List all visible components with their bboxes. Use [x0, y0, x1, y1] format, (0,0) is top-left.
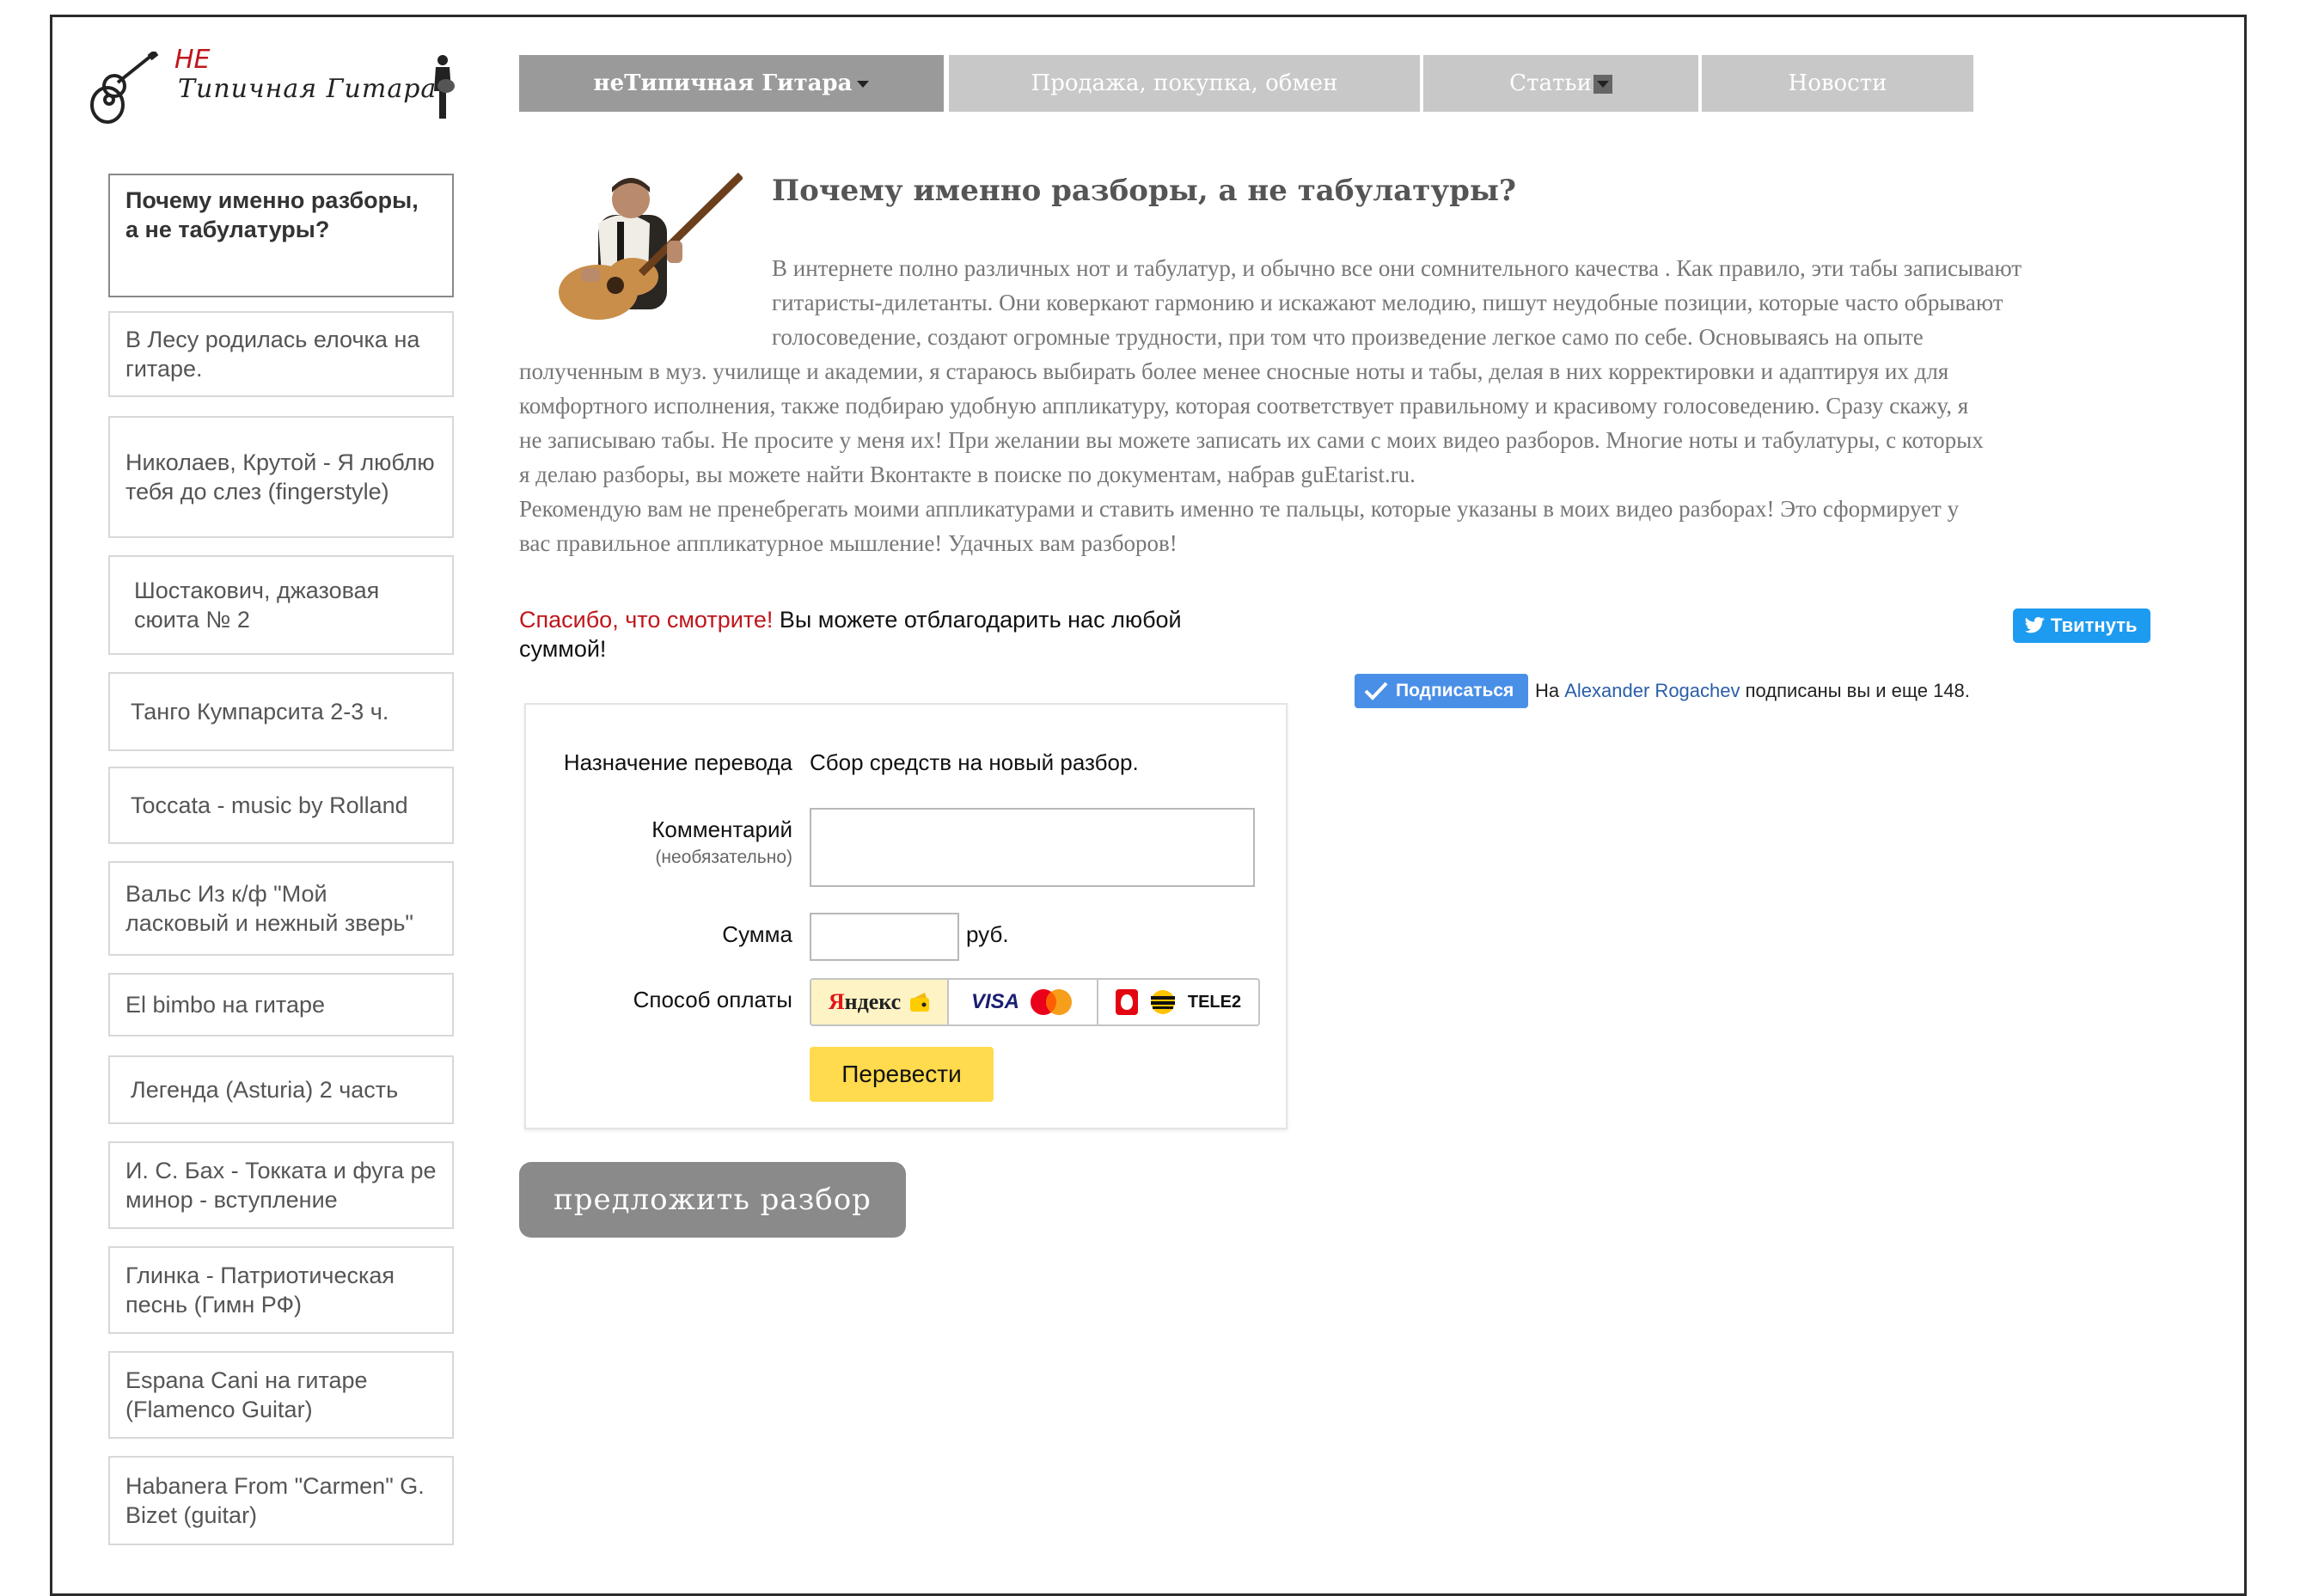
site-logo[interactable]: НЕ Типичная Гитара	[82, 45, 468, 131]
beeline-icon	[1150, 990, 1175, 1014]
article-text-line: Рекомендую вам не пренебрегать моими апп…	[519, 496, 1960, 522]
guitar-logo-icon	[90, 52, 159, 124]
subscribe-button[interactable]: Подписаться	[1355, 674, 1528, 708]
purpose-label: Назначение перевода	[563, 749, 792, 775]
wallet-icon	[910, 993, 930, 1012]
sidebar-item[interactable]: И. С. Бах - Токката и фуга ре минор - вс…	[108, 1141, 454, 1229]
sum-label: Сумма	[722, 921, 792, 947]
sidebar-item[interactable]: Habanera From "Carmen" G. Bizet (guitar)	[108, 1456, 454, 1545]
payment-option-mobile[interactable]: TELE2	[1098, 980, 1258, 1024]
sidebar-item-label: Почему именно разборы, а не табулатуры?	[125, 187, 419, 242]
thanks-text: Спасибо, что смотрите! Вы можете отблаго…	[519, 605, 1258, 663]
visa-logo: VISA	[970, 990, 1019, 1013]
sidebar-item[interactable]: Николаев, Крутой - Я люблю тебя до слез …	[108, 416, 454, 538]
sidebar-item[interactable]: Вальс Из к/ф "Мой ласковый и нежный звер…	[108, 861, 454, 956]
sidebar-item[interactable]: Танго Кумпарсита 2-3 ч.	[108, 672, 454, 751]
article-text-line: комфортного исполнения, также подбираю у…	[519, 393, 1969, 419]
tweet-label: Твитнуть	[2051, 615, 2138, 636]
mts-icon	[1115, 989, 1138, 1015]
sidebar-item-label: И. С. Бах - Токката и фуга ре минор - вс…	[125, 1158, 437, 1213]
article-text-line: я делаю разборы, вы можете найти Вконтак…	[519, 462, 1416, 487]
logo-ne-text: НЕ	[174, 45, 211, 75]
transfer-button[interactable]: Перевести	[810, 1047, 994, 1102]
purpose-value: Сбор средств на новый разбор.	[810, 749, 1139, 775]
sidebar-item-label: Танго Кумпарсита 2-3 ч.	[131, 699, 389, 725]
chevron-down-icon	[1593, 75, 1612, 94]
nav-item-label: Продажа, покупка, обмен	[1031, 70, 1338, 96]
article-text-line: вас правильное аппликатурное мышление! У…	[519, 530, 1178, 556]
subscribe-author-link[interactable]: Alexander Rogachev	[1564, 680, 1740, 701]
sidebar-item-label: El bimbo на гитаре	[125, 992, 326, 1018]
article-text-line: голосоведение, создают огромные трудност…	[772, 324, 1924, 350]
sidebar-item[interactable]: Шостакович, джазовая сюита № 2	[108, 555, 454, 655]
sidebar-item-label: Toccata - music by Rolland	[131, 792, 408, 818]
nav-item-articles[interactable]: Статьи	[1423, 55, 1698, 112]
sidebar-item-label: Николаев, Крутой - Я люблю тебя до слез …	[125, 449, 435, 504]
tele2-logo: TELE2	[1187, 992, 1242, 1012]
sidebar-item-label: Шостакович, джазовая сюита № 2	[134, 578, 380, 633]
article-title: Почему именно разборы, а не табулатуры?	[772, 174, 1516, 208]
subscribe-prefix: На	[1535, 680, 1565, 701]
suggest-lesson-button[interactable]: предложить разбор	[519, 1162, 906, 1238]
sidebar-item-label: Глинка - Патриотическая песнь (Гимн РФ)	[125, 1263, 395, 1318]
mastercard-icon	[1031, 989, 1072, 1015]
nav-item-label: Статьи	[1509, 70, 1592, 96]
subscribe-suffix: подписаны вы и еще 148.	[1740, 680, 1970, 701]
chevron-down-icon	[857, 81, 870, 88]
sidebar-item-label: Вальс Из к/ф "Мой ласковый и нежный звер…	[125, 881, 414, 936]
nav-item-label: Новости	[1788, 70, 1887, 96]
article-text-line: гитаристы-дилетанты. Они коверкают гармо…	[772, 290, 2003, 315]
payment-option-yandex[interactable]: Яндекс	[811, 980, 949, 1024]
comment-label: Комментарий	[651, 816, 792, 842]
sidebar-item[interactable]: El bimbo на гитаре	[108, 973, 454, 1036]
article-text-line: В интернете полно различных нот и табула…	[772, 255, 2022, 281]
subscribe-label: Подписаться	[1396, 681, 1514, 700]
sum-unit: руб.	[966, 921, 1009, 947]
sidebar-item[interactable]: В Лесу родилась елочка на гитаре.	[108, 311, 454, 397]
logo-word-text: Типичная Гитара	[178, 74, 437, 104]
sidebar-item[interactable]: Espana Cani на гитаре (Flamenco Guitar)	[108, 1351, 454, 1439]
guitarist-silhouette-icon	[434, 55, 455, 119]
tweet-button[interactable]: Твитнуть	[2013, 608, 2150, 643]
nav-item-netipichnaya-gitara[interactable]: неТипичная Гитара	[519, 55, 944, 112]
payment-method-selector: Яндекс VISA TELE2	[810, 978, 1260, 1026]
sum-input[interactable]	[810, 913, 959, 961]
sidebar-item-label: Habanera From "Carmen" G. Bizet (guitar)	[125, 1473, 425, 1528]
thanks-red-text: Спасибо, что смотрите!	[519, 607, 774, 633]
nav-item-sale[interactable]: Продажа, покупка, обмен	[949, 55, 1420, 112]
subscribe-info: На Alexander Rogachev подписаны вы и еще…	[1535, 674, 1970, 708]
nav-item-news[interactable]: Новости	[1702, 55, 1973, 112]
nav-item-label: неТипичная Гитара	[593, 70, 853, 96]
guitarist-photo	[547, 172, 743, 323]
payment-method-label: Способ оплаты	[633, 987, 792, 1012]
sidebar-item-label: Espana Cani на гитаре (Flamenco Guitar)	[125, 1367, 368, 1422]
donation-form: Назначение перевода Сбор средств на новы…	[524, 703, 1288, 1129]
twitter-bird-icon	[2025, 616, 2045, 633]
sidebar-item[interactable]: Глинка - Патриотическая песнь (Гимн РФ)	[108, 1246, 454, 1334]
sidebar-item-label: В Лесу родилась елочка на гитаре.	[125, 327, 420, 382]
article-text-line: полученным в муз. училище и академии, я …	[519, 358, 1949, 384]
sidebar-item[interactable]: Toccata - music by Rolland	[108, 767, 454, 844]
sidebar-item-label: Легенда (Asturia) 2 часть	[131, 1077, 399, 1103]
sidebar-item[interactable]: Легенда (Asturia) 2 часть	[108, 1055, 454, 1124]
comment-optional-hint: (необязательно)	[655, 847, 792, 867]
checkmark-icon	[1364, 682, 1388, 700]
comment-input[interactable]	[810, 808, 1255, 887]
payment-option-card[interactable]: VISA	[949, 980, 1098, 1024]
yandex-money-logo: Яндекс	[828, 989, 902, 1014]
sidebar-item[interactable]: Почему именно разборы, а не табулатуры?	[108, 174, 454, 297]
article-text-line: не записываю табы. Не просите у меня их!…	[519, 427, 1984, 453]
